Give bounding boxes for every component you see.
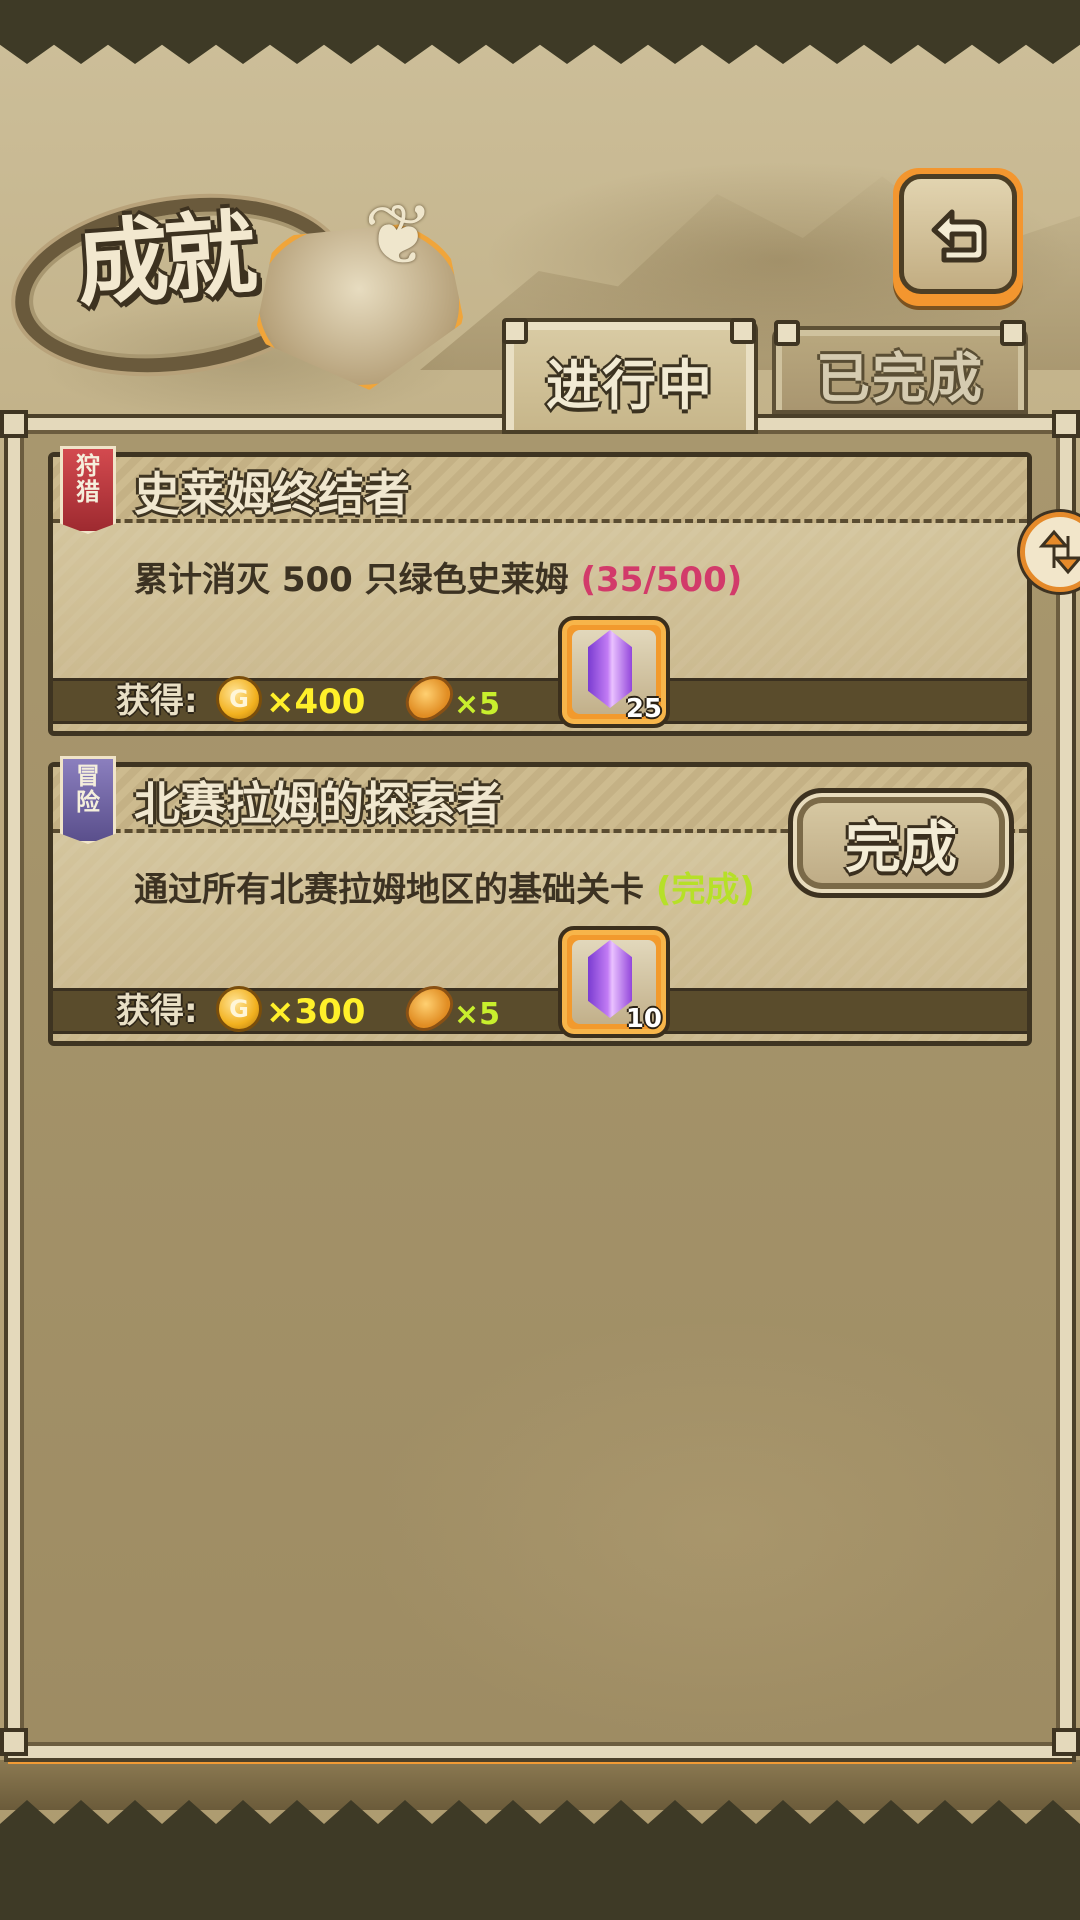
winged-medal-icon: ❦ — [363, 186, 435, 284]
bread-reward: ×5 — [454, 997, 501, 1032]
tab-post — [730, 318, 756, 344]
achievement-card[interactable]: 狩猎 史莱姆终结者 累计消灭 500 只绿色史莱姆 (35/500) 获得: G… — [48, 446, 1032, 736]
gold-coin-icon: G — [216, 986, 262, 1032]
tab-post — [1000, 320, 1026, 346]
page-title: 成就 — [72, 198, 257, 319]
reward-label: 获得: — [116, 991, 198, 1031]
panel-corner — [0, 1728, 28, 1756]
gem-reward-box: 25 — [558, 616, 670, 728]
tab-in-progress[interactable]: 进行中 — [502, 318, 758, 434]
achievement-title: 史莱姆终结者 — [134, 467, 410, 521]
panel-corner — [1052, 410, 1080, 438]
bottom-band — [0, 1760, 1080, 1810]
gold-coin-icon: G — [216, 676, 262, 722]
tab-post — [502, 318, 528, 344]
tab-completed[interactable]: 已完成 — [772, 326, 1028, 414]
achievement-description: 通过所有北赛拉姆地区的基础关卡 (完成) — [134, 870, 755, 910]
category-ribbon: 狩猎 — [60, 446, 116, 534]
swap-arrow-icon — [1038, 529, 1080, 575]
coin-reward: ×300 — [266, 992, 366, 1032]
gem-reward-count: 25 — [625, 694, 662, 724]
achievement-description: 累计消灭 500 只绿色史莱姆 (35/500) — [134, 560, 743, 600]
reward-bar — [53, 678, 1027, 724]
panel-corner — [0, 410, 28, 438]
category-ribbon: 冒险 — [60, 756, 116, 844]
tab-post — [774, 320, 800, 346]
achievement-title: 北赛拉姆的探索者 — [134, 777, 502, 831]
title-emblem: ❦ 成就 — [3, 160, 474, 393]
back-button[interactable] — [893, 168, 1023, 306]
gem-reward-count: 10 — [625, 1004, 662, 1034]
achievement-progress: (35/500) — [580, 560, 743, 600]
back-arrow-icon — [931, 209, 987, 263]
achievement-progress: (完成) — [655, 870, 755, 910]
reward-label: 获得: — [116, 681, 198, 721]
coin-reward: ×400 — [266, 682, 366, 722]
complete-button[interactable]: 完成 — [788, 788, 1014, 898]
bread-reward: ×5 — [454, 687, 501, 722]
reward-bar — [53, 988, 1027, 1034]
panel-corner — [1052, 1728, 1080, 1756]
gem-reward-box: 10 — [558, 926, 670, 1038]
